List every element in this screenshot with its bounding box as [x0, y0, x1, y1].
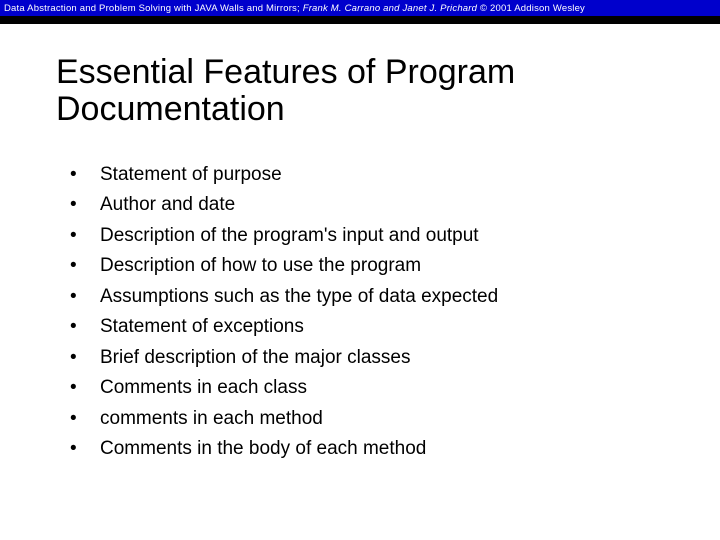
book-title: Data Abstraction and Problem Solving wit…	[4, 3, 217, 14]
bullet-text: Description of how to use the program	[100, 252, 421, 281]
list-item: •Description of the program's input and …	[70, 222, 700, 251]
list-item: •comments in each method	[70, 405, 700, 434]
authors: Frank M. Carrano and Janet J. Prichard	[303, 3, 477, 14]
list-item: •Comments in each class	[70, 374, 700, 403]
list-item: •Comments in the body of each method	[70, 435, 700, 464]
header-bar: Data Abstraction and Problem Solving wit…	[0, 0, 720, 24]
bullet-text: Statement of exceptions	[100, 313, 304, 342]
bullet-text: Brief description of the major classes	[100, 344, 410, 373]
list-item: •Assumptions such as the type of data ex…	[70, 283, 700, 312]
bullet-icon: •	[70, 191, 100, 220]
bullet-text: Assumptions such as the type of data exp…	[100, 283, 498, 312]
slide-title: Essential Features of Program Documentat…	[56, 54, 700, 129]
list-item: •Statement of exceptions	[70, 313, 700, 342]
list-item: •Statement of purpose	[70, 161, 700, 190]
subtitle-prefix: Walls and Mirrors;	[217, 3, 302, 14]
bullet-text: Comments in each class	[100, 374, 307, 403]
bullet-list: •Statement of purpose •Author and date •…	[56, 161, 700, 464]
slide-content: Essential Features of Program Documentat…	[0, 24, 720, 464]
bullet-text: Statement of purpose	[100, 161, 282, 190]
bullet-text: comments in each method	[100, 405, 323, 434]
bullet-icon: •	[70, 344, 100, 373]
bullet-icon: •	[70, 313, 100, 342]
list-item: •Author and date	[70, 191, 700, 220]
bullet-icon: •	[70, 222, 100, 251]
bullet-icon: •	[70, 161, 100, 190]
bullet-icon: •	[70, 435, 100, 464]
bullet-icon: •	[70, 252, 100, 281]
bullet-text: Author and date	[100, 191, 235, 220]
bullet-text: Description of the program's input and o…	[100, 222, 479, 251]
bullet-icon: •	[70, 405, 100, 434]
list-item: •Description of how to use the program	[70, 252, 700, 281]
bullet-icon: •	[70, 374, 100, 403]
bullet-text: Comments in the body of each method	[100, 435, 426, 464]
list-item: •Brief description of the major classes	[70, 344, 700, 373]
copyright: © 2001 Addison Wesley	[477, 3, 585, 14]
bullet-icon: •	[70, 283, 100, 312]
